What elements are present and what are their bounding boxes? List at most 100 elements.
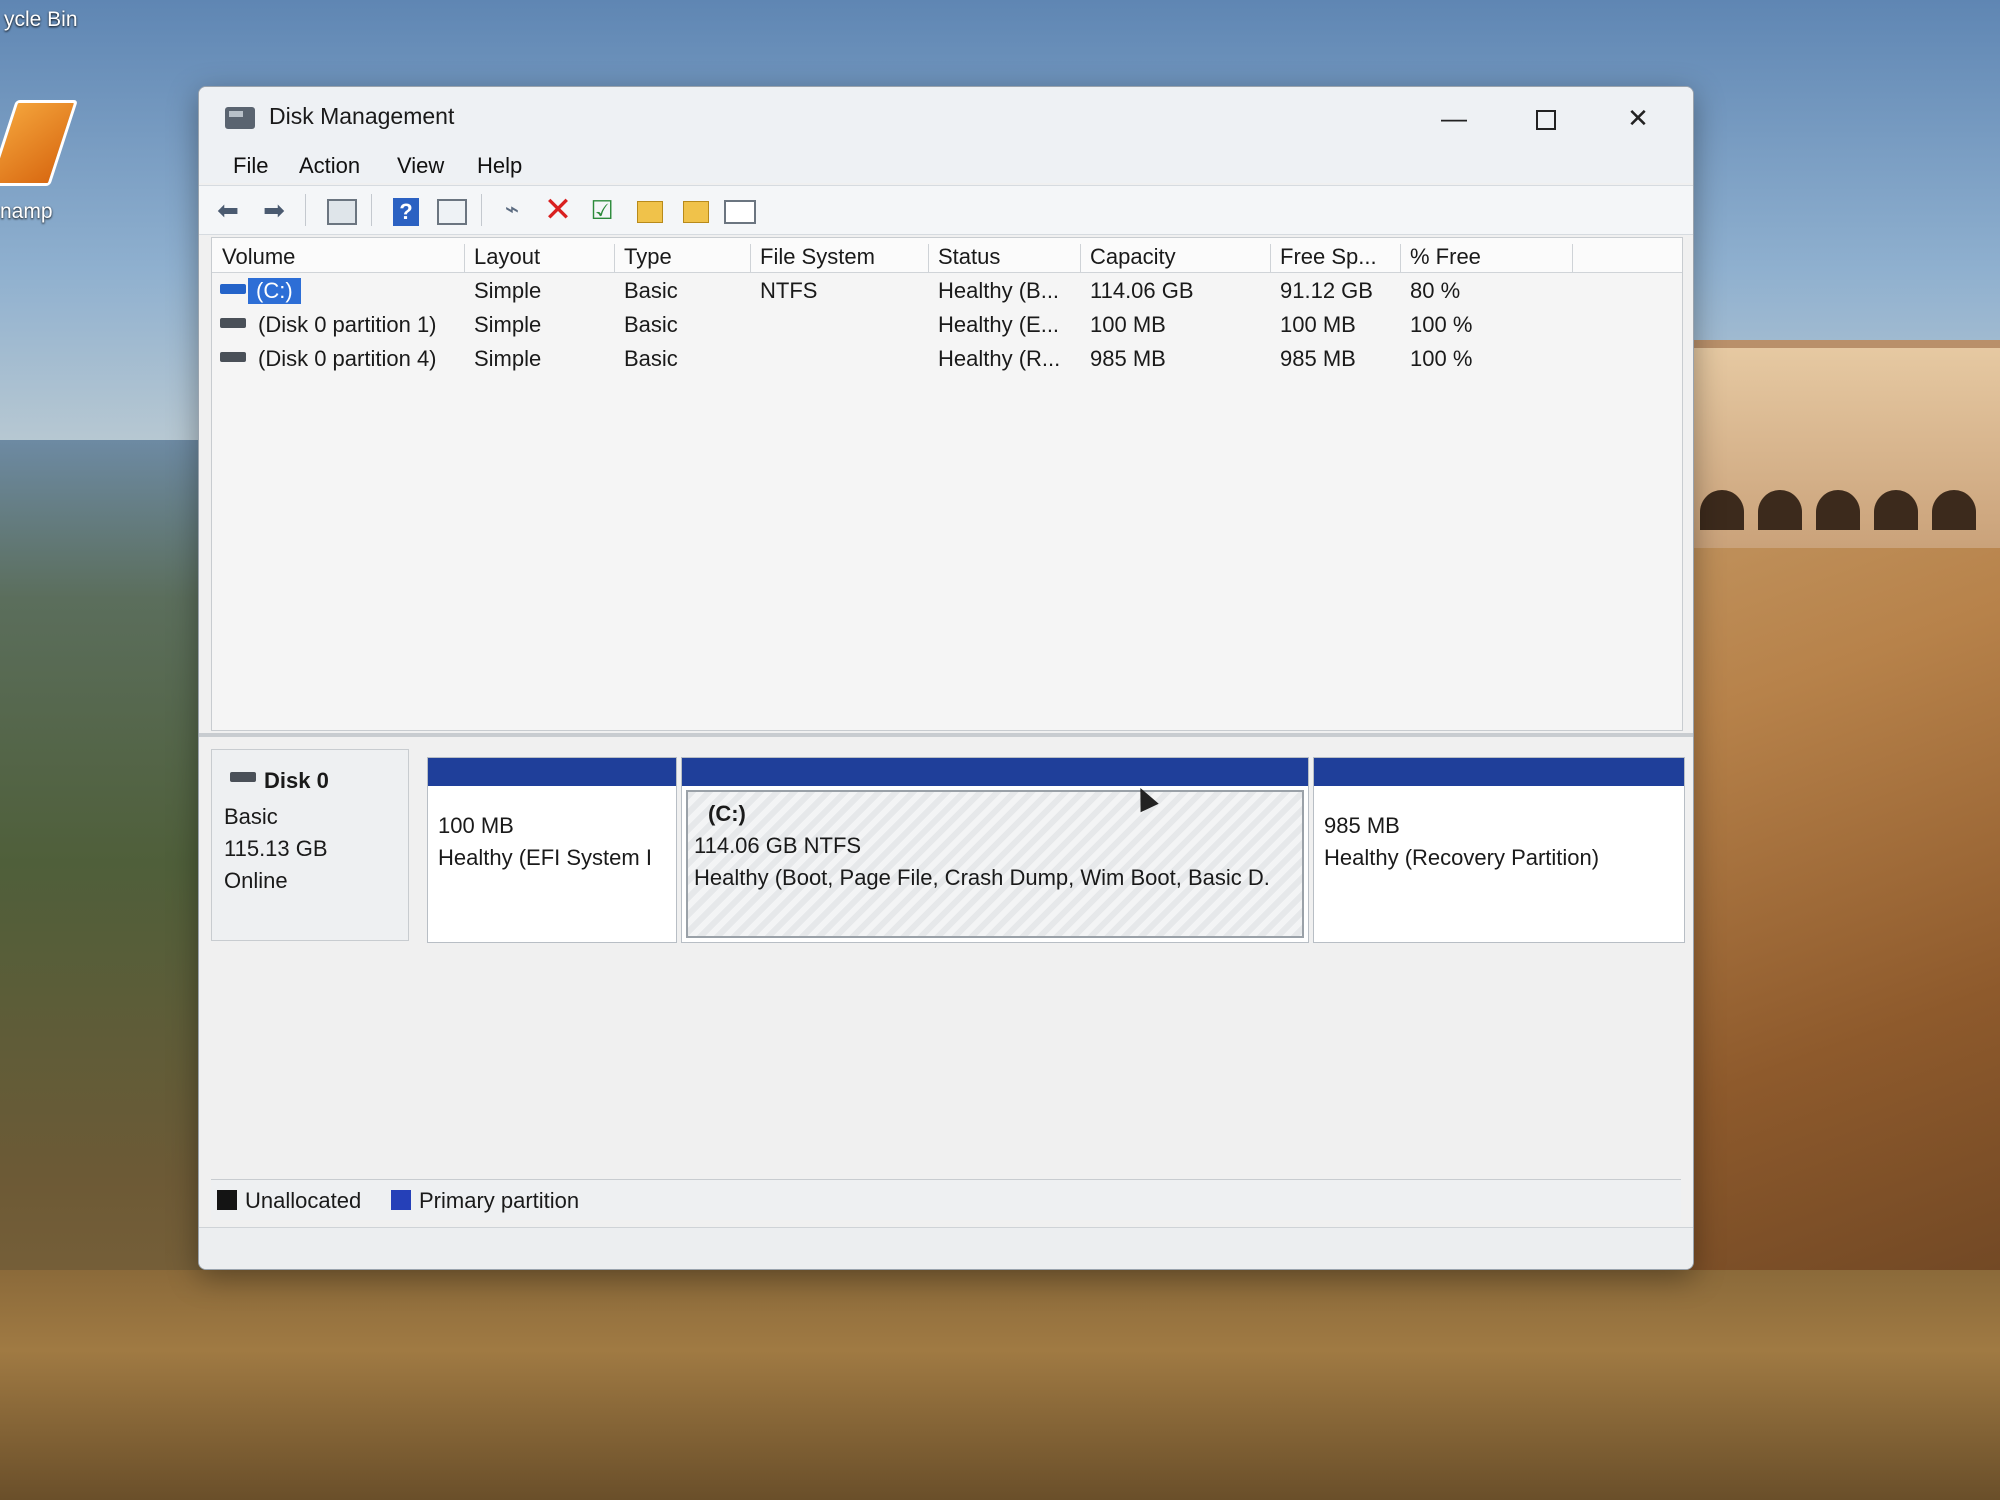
delete-icon: ✕ xyxy=(543,191,573,229)
properties-button[interactable] xyxy=(435,194,469,226)
toolbar: ⬅ ➡ ? ⌁ ✕ ☑ xyxy=(199,185,1693,235)
capacity-cell: 114.06 GB xyxy=(1090,278,1194,303)
arrow-left-icon: ⬅ xyxy=(217,195,239,225)
menu-help[interactable]: Help xyxy=(477,153,522,179)
capacity-cell: 100 MB xyxy=(1090,312,1166,337)
free-space-cell: 985 MB xyxy=(1280,346,1356,371)
partition-c[interactable]: (C:) 114.06 GB NTFS Healthy (Boot, Page … xyxy=(681,757,1309,943)
disk-size: 115.13 GB xyxy=(224,836,328,861)
help-button[interactable]: ? xyxy=(389,194,423,227)
column-layout[interactable]: Layout xyxy=(464,244,615,272)
percent-free-cell: 80 % xyxy=(1410,278,1461,303)
disk-state: Online xyxy=(224,868,288,893)
percent-free-cell: 100 % xyxy=(1410,346,1473,371)
partition-recovery[interactable]: 985 MB Healthy (Recovery Partition) xyxy=(1313,757,1685,943)
menu-bar: File Action View Help xyxy=(199,147,1693,183)
arrow-right-icon: ➡ xyxy=(263,195,285,225)
type-cell: Basic xyxy=(624,312,678,337)
maximize-button[interactable] xyxy=(1511,97,1581,139)
table-row[interactable]: (C:) Simple Basic NTFS Healthy (B... 114… xyxy=(212,274,1682,308)
menu-action[interactable]: Action xyxy=(299,153,360,179)
capacity-cell: 985 MB xyxy=(1090,346,1166,371)
explore-folder-button[interactable] xyxy=(679,194,713,226)
status-bar xyxy=(199,1227,1693,1269)
properties-icon xyxy=(437,199,467,226)
checklist-icon: ☑ xyxy=(590,195,614,225)
pane-splitter[interactable] xyxy=(199,733,1693,737)
partition-bar xyxy=(428,758,676,786)
toolbar-separator xyxy=(305,194,306,226)
drive-icon xyxy=(220,318,246,328)
check-button[interactable]: ☑ xyxy=(585,194,619,226)
maximize-icon xyxy=(1536,110,1556,131)
disk-graphical-view: Disk 0 Basic 115.13 GB Online 100 MB Hea… xyxy=(199,743,1693,1163)
volume-name: (Disk 0 partition 4) xyxy=(258,346,437,371)
column-percent-free[interactable]: % Free xyxy=(1400,244,1573,272)
menu-view[interactable]: View xyxy=(397,153,444,179)
partition-status: Healthy (Recovery Partition) xyxy=(1324,845,1600,870)
folder-search-icon xyxy=(683,201,709,224)
layout-cell: Simple xyxy=(474,346,542,371)
winamp-icon[interactable] xyxy=(0,100,78,186)
menu-file[interactable]: File xyxy=(233,153,268,179)
partition-size: 100 MB xyxy=(438,813,514,838)
toolbar-separator xyxy=(481,194,482,226)
connect-button[interactable]: ⌁ xyxy=(495,194,529,226)
open-folder-button[interactable] xyxy=(633,194,667,226)
type-cell: Basic xyxy=(624,278,678,303)
partition-bar xyxy=(682,758,1308,786)
settings-list-button[interactable] xyxy=(723,194,757,226)
disk-management-icon xyxy=(225,107,255,129)
partition-efi[interactable]: 100 MB Healthy (EFI System I xyxy=(427,757,677,943)
partition-bar xyxy=(1314,758,1684,786)
volume-list: Volume Layout Type File System Status Ca… xyxy=(211,237,1683,731)
delete-button[interactable]: ✕ xyxy=(541,191,575,229)
status-cell: Healthy (R... xyxy=(938,346,1061,371)
table-row[interactable]: (Disk 0 partition 4) Simple Basic Health… xyxy=(212,342,1682,376)
folder-up-icon xyxy=(637,201,663,224)
partition-status: Healthy (Boot, Page File, Crash Dump, Wi… xyxy=(694,865,1270,890)
column-file-system[interactable]: File System xyxy=(750,244,929,272)
column-type[interactable]: Type xyxy=(614,244,751,272)
partition-status: Healthy (EFI System I xyxy=(438,845,652,870)
column-volume[interactable]: Volume xyxy=(212,244,465,272)
back-button[interactable]: ⬅ xyxy=(211,194,245,226)
legend-unallocated: Unallocated xyxy=(245,1188,362,1213)
close-button[interactable]: ✕ xyxy=(1603,97,1673,139)
free-space-cell: 91.12 GB xyxy=(1280,278,1373,303)
toolbar-separator xyxy=(371,194,372,226)
wallpaper-arches xyxy=(1700,490,2000,540)
column-status[interactable]: Status xyxy=(928,244,1081,272)
disk-management-window: Disk Management — ✕ File Action View Hel… xyxy=(198,86,1694,1270)
disk-type: Basic xyxy=(224,804,278,829)
status-cell: Healthy (E... xyxy=(938,312,1060,337)
connect-icon: ⌁ xyxy=(504,196,520,223)
drive-icon xyxy=(220,284,246,294)
show-hide-console-tree-button[interactable] xyxy=(325,194,359,226)
file-system-cell: NTFS xyxy=(760,278,818,303)
list-icon xyxy=(724,200,756,225)
volume-name: (C:) xyxy=(248,278,301,304)
percent-free-cell: 100 % xyxy=(1410,312,1473,337)
wallpaper-foreground xyxy=(0,1270,2000,1500)
partition-size: 114.06 GB NTFS xyxy=(694,833,862,858)
disk-icon xyxy=(230,772,256,782)
console-tree-icon xyxy=(327,199,357,226)
status-cell: Healthy (B... xyxy=(938,278,1060,303)
column-free-space[interactable]: Free Sp... xyxy=(1270,244,1401,272)
recycle-bin-label[interactable]: ycle Bin xyxy=(4,8,84,32)
primary-partition-swatch xyxy=(391,1190,411,1210)
winamp-label[interactable]: namp xyxy=(0,200,80,224)
forward-button[interactable]: ➡ xyxy=(257,194,291,226)
volume-list-header: Volume Layout Type File System Status Ca… xyxy=(212,238,1682,273)
disk-name: Disk 0 xyxy=(264,768,329,793)
column-capacity[interactable]: Capacity xyxy=(1080,244,1271,272)
drive-icon xyxy=(220,352,246,362)
legend: Unallocated Primary partition xyxy=(211,1179,1681,1220)
legend-primary-partition: Primary partition xyxy=(419,1188,580,1213)
minimize-button[interactable]: — xyxy=(1419,97,1489,139)
title-bar[interactable]: Disk Management — ✕ xyxy=(199,87,1693,147)
disk-info-block[interactable]: Disk 0 Basic 115.13 GB Online xyxy=(211,749,409,941)
volume-name: (Disk 0 partition 1) xyxy=(258,312,437,337)
table-row[interactable]: (Disk 0 partition 1) Simple Basic Health… xyxy=(212,308,1682,342)
